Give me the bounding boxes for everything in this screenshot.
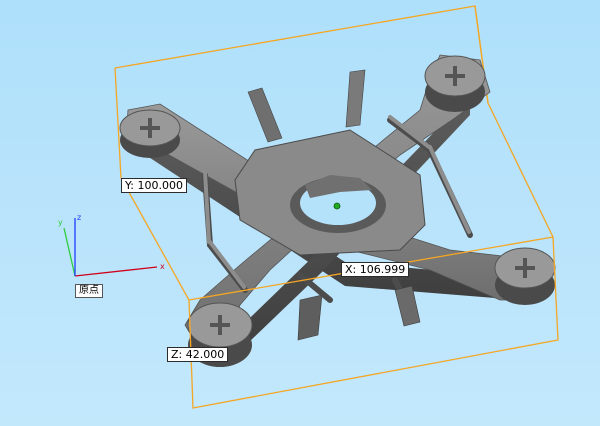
3d-viewport[interactable]: x y z 原点 Y: 100.000 X: 106.999 Z: 42.000 (0, 0, 600, 426)
z-dimension-label: Z: 42.000 (167, 347, 229, 362)
x-axis-line (74, 266, 158, 277)
z-axis-label: z (77, 213, 82, 222)
center-marker (333, 202, 341, 210)
quadcopter-frame-model[interactable] (119, 54, 556, 367)
origin-label: 原点 (75, 284, 103, 298)
y-axis-label: y (58, 218, 63, 227)
y-dimension-label: Y: 100.000 (121, 178, 187, 193)
x-dimension-label: X: 106.999 (341, 262, 410, 277)
y-axis-line (63, 227, 76, 277)
x-axis-label: x (160, 262, 165, 271)
axis-triad (63, 218, 158, 277)
model-scene[interactable] (0, 0, 600, 426)
